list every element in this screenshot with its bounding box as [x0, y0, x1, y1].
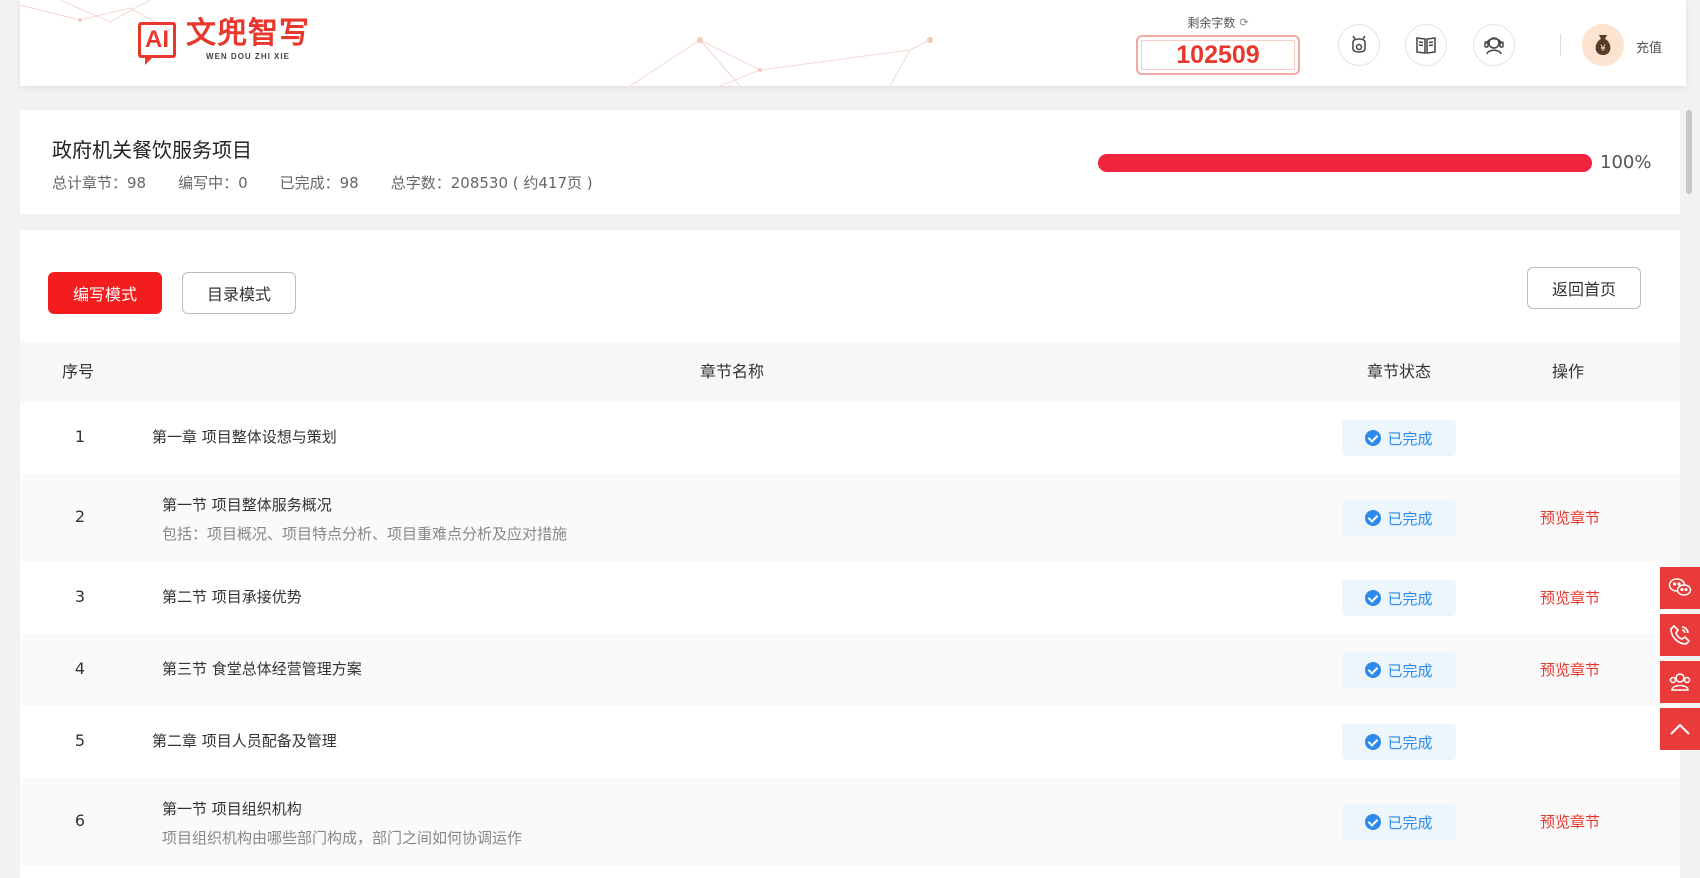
logo-name-cn: 文兜智写	[186, 16, 310, 51]
phone-icon	[1670, 624, 1691, 645]
project-stats: 总计章节：98 编写中：0 已完成：98 总字数：208530 ( 约417页 …	[52, 172, 593, 193]
project-summary-card: 政府机关餐饮服务项目 总计章节：98 编写中：0 已完成：98 总字数：2085…	[20, 110, 1680, 214]
preview-chapter-link[interactable]: 预览章节	[1510, 811, 1630, 832]
row-title: 第二节 项目承接优势	[162, 588, 302, 606]
status-label: 已完成	[1387, 813, 1433, 832]
recharge-link[interactable]: 充值	[1636, 37, 1662, 56]
header-status: 章节状态	[1367, 362, 1432, 381]
section-name: 第三节 食堂总体经营管理方案	[162, 658, 362, 679]
table-row: 1 第一章 项目整体设想与策划 已完成	[20, 402, 1680, 474]
avatar[interactable]: ¥	[1582, 24, 1624, 66]
check-circle-icon	[1365, 590, 1382, 606]
refresh-icon[interactable]: ⟳	[1239, 16, 1248, 29]
check-circle-icon	[1365, 814, 1382, 830]
row-description: 项目组织机构由哪些部门构成，部门之间如何协调运作	[162, 829, 523, 847]
status-label: 已完成	[1387, 429, 1433, 448]
remaining-words-widget: 剩余字数 ⟳ 102509	[1136, 12, 1300, 78]
row-number: 2	[74, 507, 86, 526]
row-description: 包括：项目概况、项目特点分析、项目重难点分析及应对措施	[162, 525, 568, 543]
stat-total-words: 总字数：208530 ( 约417页 )	[390, 174, 593, 192]
remaining-words-label: 剩余字数	[1187, 16, 1236, 30]
check-circle-icon	[1365, 510, 1382, 526]
stat-writing: 编写中：0	[178, 174, 248, 192]
wechat-button[interactable]	[1660, 567, 1700, 609]
row-title: 第二章 项目人员配备及管理	[152, 732, 337, 750]
row-title: 第一章 项目整体设想与策划	[152, 428, 337, 446]
table-row: 2 第一节 项目整体服务概况包括：项目概况、项目特点分析、项目重难点分析及应对措施…	[20, 474, 1680, 562]
table-row: 3 第二节 项目承接优势 已完成 预览章节	[20, 562, 1680, 634]
stat-done: 已完成：98	[279, 174, 359, 192]
scrollbar-thumb[interactable]	[1686, 110, 1692, 194]
group-button[interactable]	[1660, 661, 1700, 703]
chapter-list-card: 编写模式 目录模式 返回首页 序号 章节名称 章节状态 操作 1 第一章 项目整体…	[20, 230, 1680, 878]
status-label: 已完成	[1387, 661, 1433, 680]
remaining-words-count: 102509	[1136, 35, 1300, 75]
status-badge: 已完成	[1342, 500, 1456, 536]
stat-total-chapters: 总计章节：98	[52, 174, 147, 192]
chapter-rows: 1 第一章 项目整体设想与策划 已完成 2 第一节 项目整体服务概况 包括：项目概况、项目…	[20, 402, 1680, 866]
status-label: 已完成	[1387, 509, 1433, 528]
header-operation: 操作	[1552, 362, 1585, 381]
table-row: 5 第二章 项目人员配备及管理 已完成	[20, 706, 1680, 778]
row-title: 第三节 食堂总体经营管理方案	[162, 660, 362, 678]
check-circle-icon	[1365, 430, 1382, 446]
preview-chapter-link[interactable]: 预览章节	[1510, 587, 1630, 608]
row-title: 第一节 项目整体服务概况	[162, 496, 332, 514]
phone-button[interactable]	[1660, 614, 1700, 656]
row-title: 第一节 项目组织机构	[162, 800, 302, 818]
progress-bar	[1098, 154, 1592, 172]
catalog-mode-button[interactable]: 目录模式	[182, 272, 296, 314]
group-icon	[1669, 673, 1691, 691]
money-bag-icon: ¥	[1595, 35, 1611, 55]
check-circle-icon	[1365, 662, 1382, 678]
project-title: 政府机关餐饮服务项目	[52, 138, 252, 162]
table-row: 4 第三节 食堂总体经营管理方案 已完成 预览章节	[20, 634, 1680, 706]
header-divider	[1560, 34, 1561, 56]
wechat-icon	[1668, 578, 1692, 596]
header-chapter-name: 章节名称	[700, 362, 765, 381]
status-badge: 已完成	[1342, 804, 1456, 840]
back-to-top-icon	[1670, 723, 1690, 735]
chapter-name: 第一章 项目整体设想与策划	[152, 426, 337, 447]
logo[interactable]: AI 文兜智写 WEN DOU ZHI XIE	[138, 16, 310, 65]
row-number: 1	[74, 427, 86, 446]
row-number: 6	[74, 811, 86, 830]
back-to-top-button[interactable]	[1660, 708, 1700, 750]
status-label: 已完成	[1387, 733, 1433, 752]
section-name: 第一节 项目整体服务概况包括：项目概况、项目特点分析、项目重难点分析及应对措施	[162, 494, 567, 544]
status-badge: 已完成	[1342, 580, 1456, 616]
row-number: 3	[74, 587, 86, 606]
preview-chapter-link[interactable]: 预览章节	[1510, 659, 1630, 680]
section-name: 第二节 项目承接优势	[162, 586, 302, 607]
gift-icon[interactable]	[1338, 24, 1380, 66]
status-badge: 已完成	[1342, 420, 1456, 456]
remaining-words-label-row: 剩余字数 ⟳	[1187, 14, 1248, 31]
progress-percent: 100%	[1600, 152, 1652, 173]
support-icon[interactable]	[1473, 24, 1515, 66]
table-header: 序号 章节名称 章节状态 操作	[20, 342, 1680, 402]
row-number: 4	[74, 659, 86, 678]
write-mode-button[interactable]: 编写模式	[48, 272, 162, 314]
book-icon[interactable]	[1405, 24, 1447, 66]
svg-text:¥: ¥	[1600, 44, 1606, 54]
status-badge: 已完成	[1342, 724, 1456, 760]
section-name: 第一节 项目组织机构项目组织机构由哪些部门构成，部门之间如何协调运作	[162, 798, 522, 848]
chapter-name: 第二章 项目人员配备及管理	[152, 730, 337, 751]
back-home-button[interactable]: 返回首页	[1527, 267, 1641, 309]
status-label: 已完成	[1387, 589, 1433, 608]
page-scrollbar[interactable]	[1686, 104, 1694, 878]
top-header: AI 文兜智写 WEN DOU ZHI XIE 剩余字数 ⟳ 102509 ¥ …	[20, 0, 1686, 86]
preview-chapter-link[interactable]: 预览章节	[1510, 507, 1630, 528]
logo-mark: AI	[138, 21, 176, 65]
progress-fill	[1098, 154, 1592, 172]
status-badge: 已完成	[1342, 652, 1456, 688]
table-row: 6 第一节 项目组织机构项目组织机构由哪些部门构成，部门之间如何协调运作 已完成 预览…	[20, 778, 1680, 866]
check-circle-icon	[1365, 734, 1382, 750]
row-number: 5	[74, 731, 86, 750]
header-no: 序号	[62, 362, 95, 381]
logo-text: 文兜智写 WEN DOU ZHI XIE	[186, 16, 310, 62]
logo-name-en: WEN DOU ZHI XIE	[206, 52, 290, 61]
